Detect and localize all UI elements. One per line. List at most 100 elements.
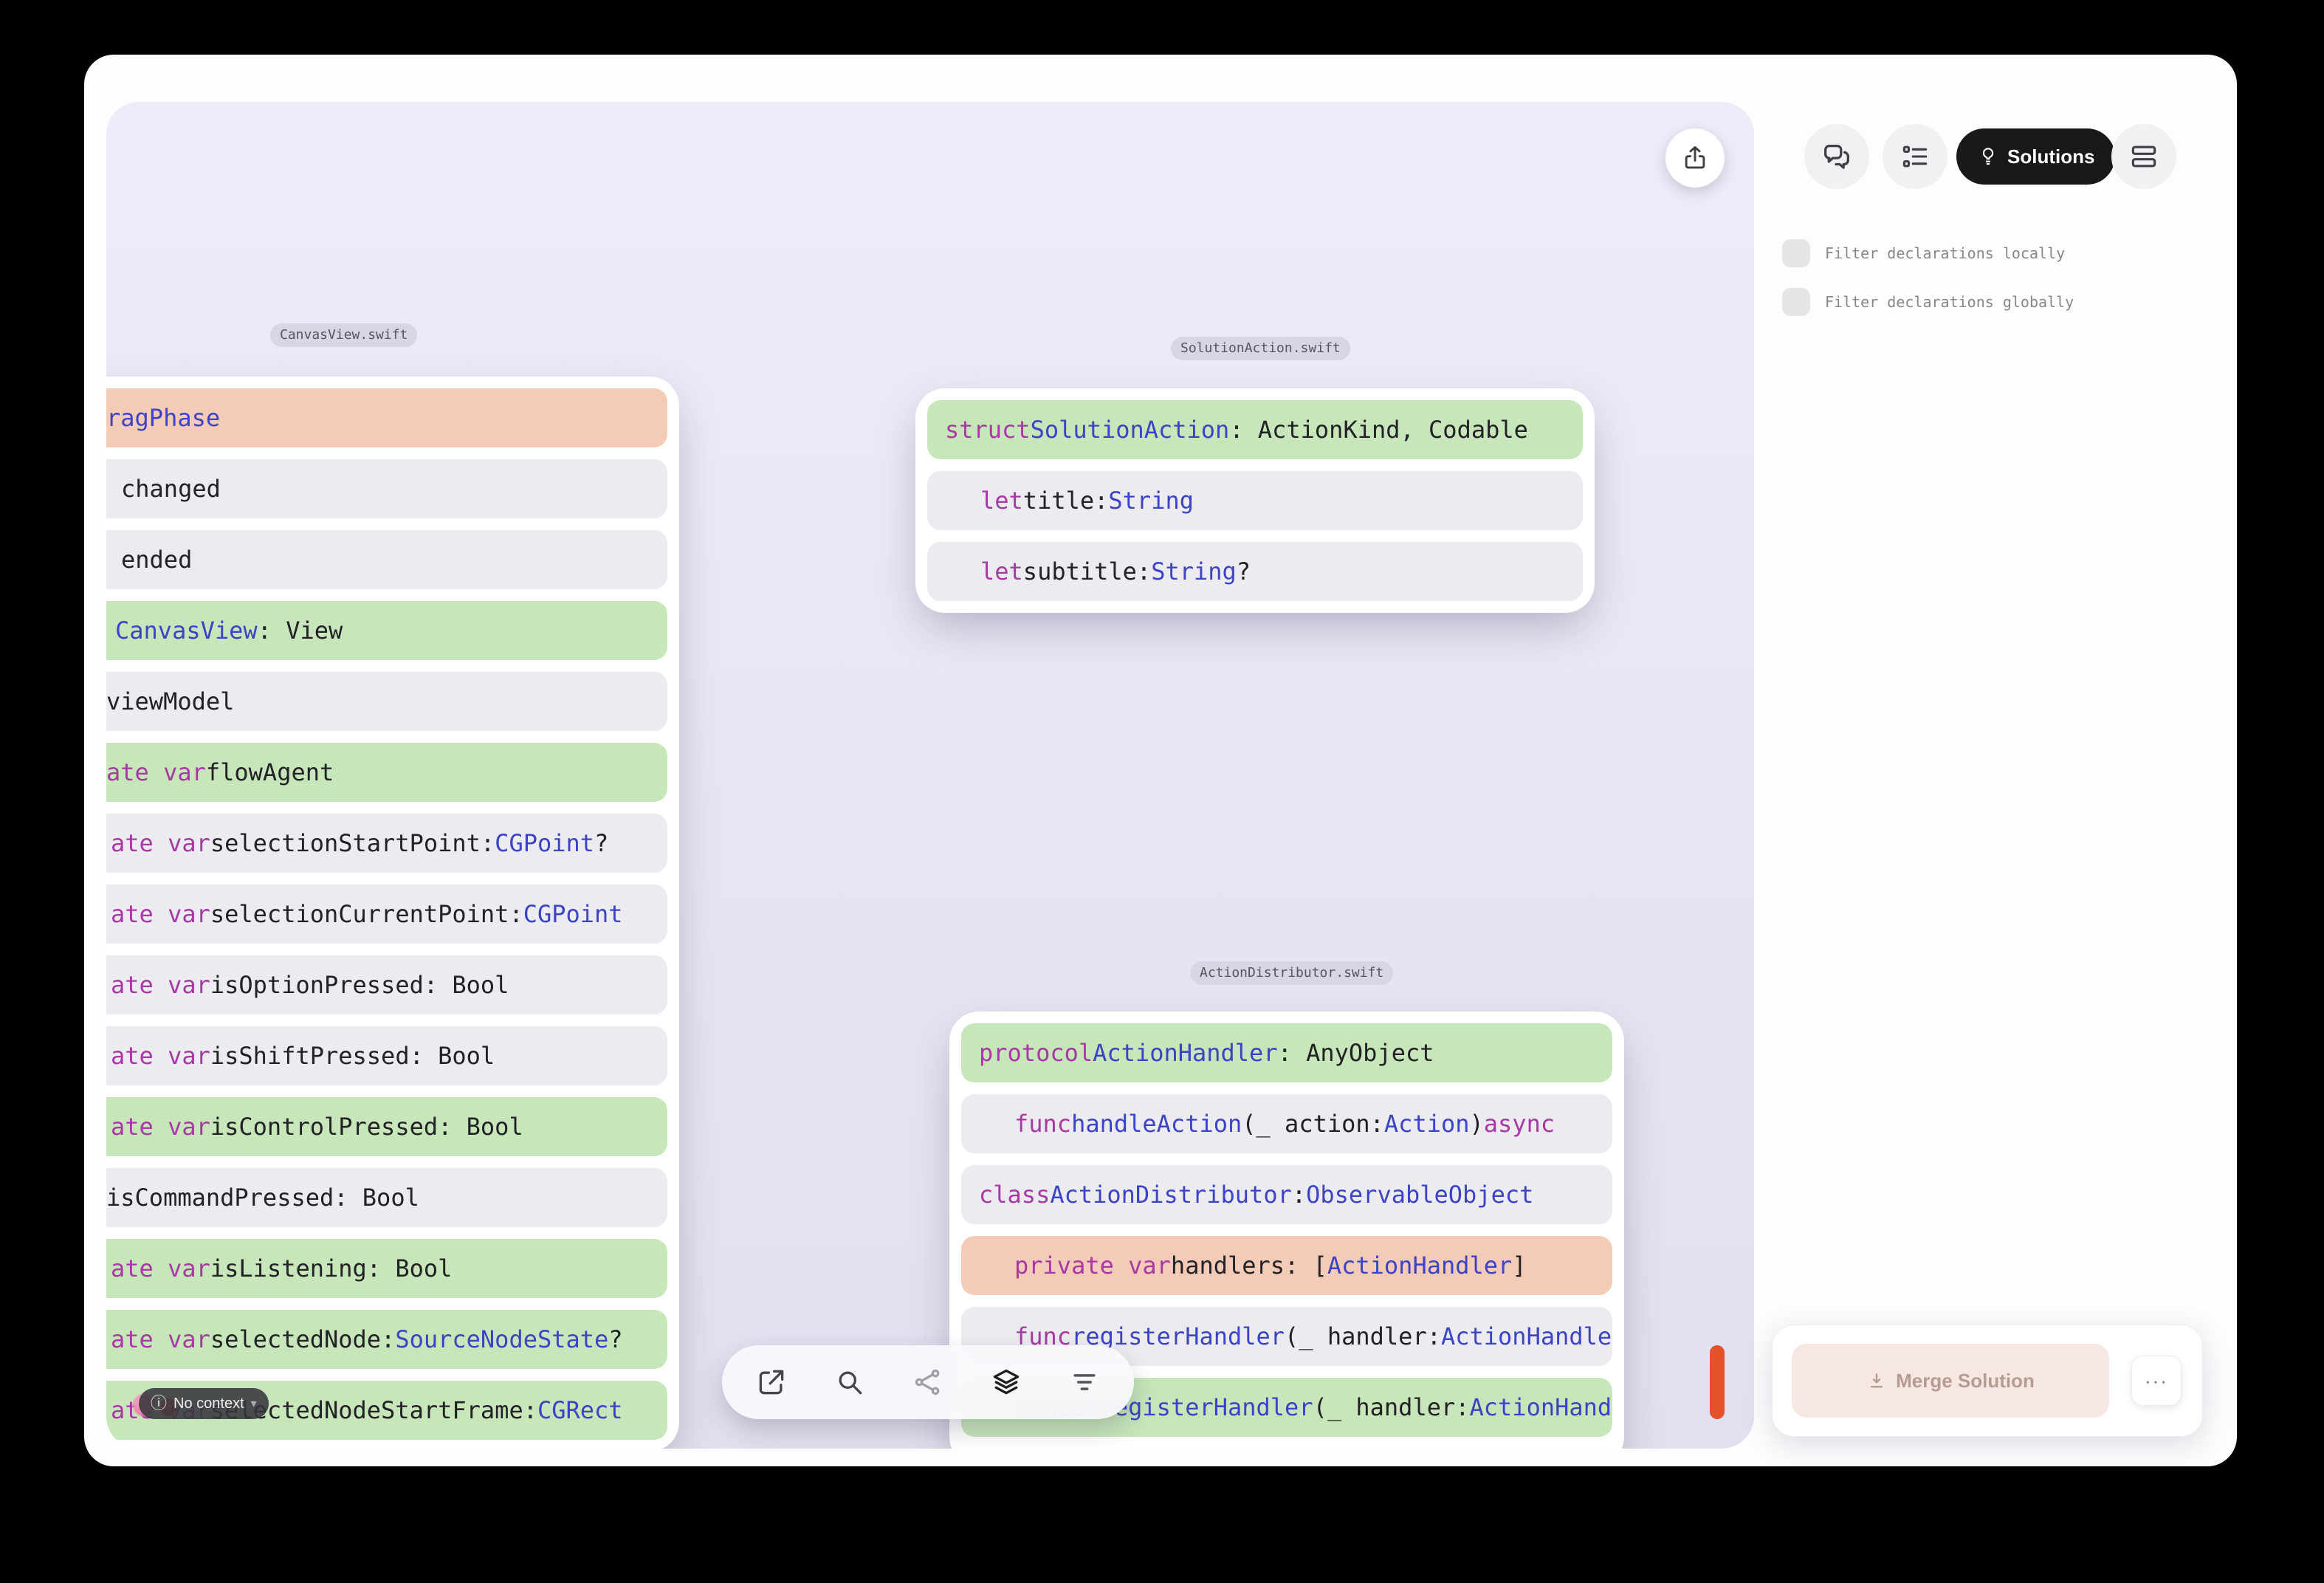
declaration-row[interactable]: changed [106,459,667,518]
code-token: ate var [111,1113,210,1141]
filter-label-global: Filter declarations globally [1825,293,2074,311]
no-context-label: No context [173,1395,244,1412]
code-token: CGRect [537,1396,623,1424]
code-token: CGPoint [495,829,595,857]
code-token: ? [594,829,609,857]
canvas[interactable]: CanvasView.swift ragPhase changed ended Can… [106,102,1754,1449]
filter-checkbox-local[interactable] [1782,239,1810,267]
code-token: let [980,557,1023,586]
scrollbar-thumb[interactable] [1710,1345,1725,1419]
floating-toolbar [722,1345,1134,1419]
rows-button[interactable] [2111,124,2176,189]
code-token: ActionDistributor [1050,1181,1292,1209]
merge-icon [1866,1370,1887,1391]
filter-checkbox-global[interactable] [1782,288,1810,316]
search-icon [833,1366,866,1398]
share-button[interactable] [1665,128,1725,188]
declaration-row[interactable]: ended [106,530,667,589]
code-token: isControlPressed: Bool [210,1113,523,1141]
file-badge: CanvasView.swift [270,323,418,347]
filter-button[interactable] [1064,1361,1105,1403]
code-token: isShiftPressed: Bool [210,1042,495,1070]
rows-icon [2128,140,2160,173]
declaration-row[interactable]: ate var flowAgent [106,743,667,802]
code-token: ) [1469,1110,1484,1138]
file-badge: ActionDistributor.swift [1190,961,1394,985]
declaration-row[interactable]: let subtitle: String? [927,542,1583,601]
layers-icon [990,1366,1022,1398]
declaration-row[interactable]: ate var isControlPressed: Bool [106,1097,667,1156]
code-token: CGPoint [523,900,623,928]
code-token: isOptionPressed: Bool [210,971,509,999]
code-token: ragPhase [106,404,221,432]
code-token: ate var [106,758,206,786]
code-token: ObservableObject [1306,1181,1534,1209]
code-token: : [1291,1181,1307,1209]
declaration-row[interactable]: ate var selectedNode: SourceNodeState? [106,1310,667,1369]
chat-bubbles-icon [1820,140,1854,174]
merge-panel: Merge Solution ··· [1772,1325,2203,1437]
declaration-row[interactable]: private var handlers: [ActionHandler] [961,1236,1612,1295]
lightbulb-icon [1977,145,1999,168]
open-in-new-button[interactable] [751,1361,792,1403]
code-token: ate var [111,829,210,857]
code-token: ActionHandler [1469,1393,1613,1421]
info-icon: ⓘ [151,1394,168,1412]
solutions-button[interactable]: Solutions [1956,128,2116,185]
code-token: ate var [111,1254,210,1282]
code-token: String [1151,557,1237,586]
ellipsis-label: ··· [2145,1369,2168,1392]
declaration-row[interactable]: ate var selectionCurrentPoint: CGPoint [106,885,667,944]
code-token: handlers: [ [1170,1251,1327,1280]
filter-icon [1068,1366,1101,1398]
declaration-row[interactable]: ate var isShiftPressed: Bool [106,1026,667,1085]
declaration-row[interactable]: viewModel [106,672,667,731]
graph-button[interactable] [907,1361,949,1403]
code-token: flowAgent [205,758,334,786]
declaration-row[interactable]: struct SolutionAction: ActionKind, Codab… [927,400,1583,459]
desktop: { "canvas": { "cards": [ { "id": "canvas… [0,0,2324,1583]
checklist-button[interactable] [1883,124,1947,189]
declaration-row[interactable]: CanvasView: View [106,601,667,660]
code-token: class [979,1181,1051,1209]
code-token: : AnyObject [1277,1039,1434,1067]
code-token: handleAction [1071,1110,1242,1138]
code-token: (_ action: [1242,1110,1384,1138]
no-context-badge[interactable]: ⓘ No context ▾ [139,1388,269,1419]
more-button[interactable]: ··· [2131,1356,2182,1406]
code-token: ended [121,546,193,574]
declaration-row[interactable]: let title: String [927,471,1583,530]
code-token: changed [121,475,221,503]
code-token: private var [1014,1251,1171,1280]
search-button[interactable] [829,1361,870,1403]
code-token: ActionHandler [1093,1039,1278,1067]
declaration-row[interactable]: isCommandPressed: Bool [106,1168,667,1227]
code-token: String [1108,487,1194,515]
declaration-row[interactable]: ragPhase [106,388,667,447]
declaration-row[interactable]: protocol ActionHandler: AnyObject [961,1023,1612,1082]
solutions-label: Solutions [2007,145,2095,168]
layers-button[interactable] [986,1361,1027,1403]
code-token: func [1014,1110,1072,1138]
code-token: isCommandPressed: Bool [106,1184,419,1212]
graph-icon [912,1366,944,1398]
declaration-row[interactable]: ate var isOptionPressed: Bool [106,955,667,1014]
comments-button[interactable] [1804,124,1869,189]
declaration-row[interactable]: ate var selectionStartPoint: CGPoint? [106,814,667,873]
declaration-row[interactable]: ate var isListening: Bool [106,1239,667,1298]
code-token: title: [1022,487,1109,515]
code-token: : ActionKind, Codable [1229,416,1528,444]
code-token: (_ handler: [1313,1393,1470,1421]
card-body: ragPhase changed ended CanvasView: View view… [106,377,679,1449]
code-token: let [980,487,1023,515]
code-token: selectionCurrentPoint: [210,900,523,928]
merge-solution-button[interactable]: Merge Solution [1792,1344,2109,1418]
open-in-new-icon [755,1366,788,1398]
declaration-row[interactable]: func handleAction (_ action: Action) asyn… [961,1094,1612,1153]
code-token: ate var [111,900,210,928]
chevron-down-icon: ▾ [250,1398,257,1410]
code-token: ] [1512,1251,1527,1280]
code-token: ate var [111,1325,210,1353]
declaration-row[interactable]: class ActionDistributor: ObservableObjec… [961,1165,1612,1224]
checklist-icon [1899,140,1931,173]
